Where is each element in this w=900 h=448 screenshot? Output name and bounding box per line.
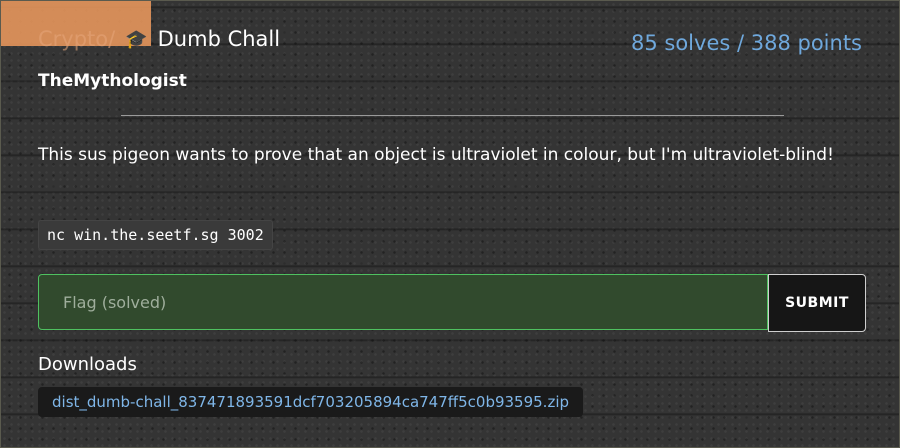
challenge-title: Dumb Chall — [157, 27, 281, 51]
submit-button[interactable]: SUBMIT — [768, 274, 866, 332]
challenge-card: Crypto/ 🎓 Dumb Chall 85 solves / 388 poi… — [0, 0, 900, 448]
download-link[interactable]: dist_dumb-chall_837471893591dcf703205894… — [38, 387, 584, 417]
solves-points: 85 solves / 388 points — [631, 31, 862, 55]
challenge-author: TheMythologist — [38, 71, 187, 91]
challenge-header: Crypto/ 🎓 Dumb Chall — [38, 27, 280, 51]
challenge-category: Crypto/ — [38, 27, 116, 51]
flag-input[interactable] — [38, 274, 768, 330]
connection-command: nc win.the.seetf.sg 3002 — [38, 220, 273, 250]
divider — [121, 115, 784, 116]
graduation-cap-icon: 🎓 — [125, 28, 148, 50]
downloads-heading: Downloads — [38, 354, 137, 375]
challenge-description: This sus pigeon wants to prove that an o… — [38, 145, 834, 165]
